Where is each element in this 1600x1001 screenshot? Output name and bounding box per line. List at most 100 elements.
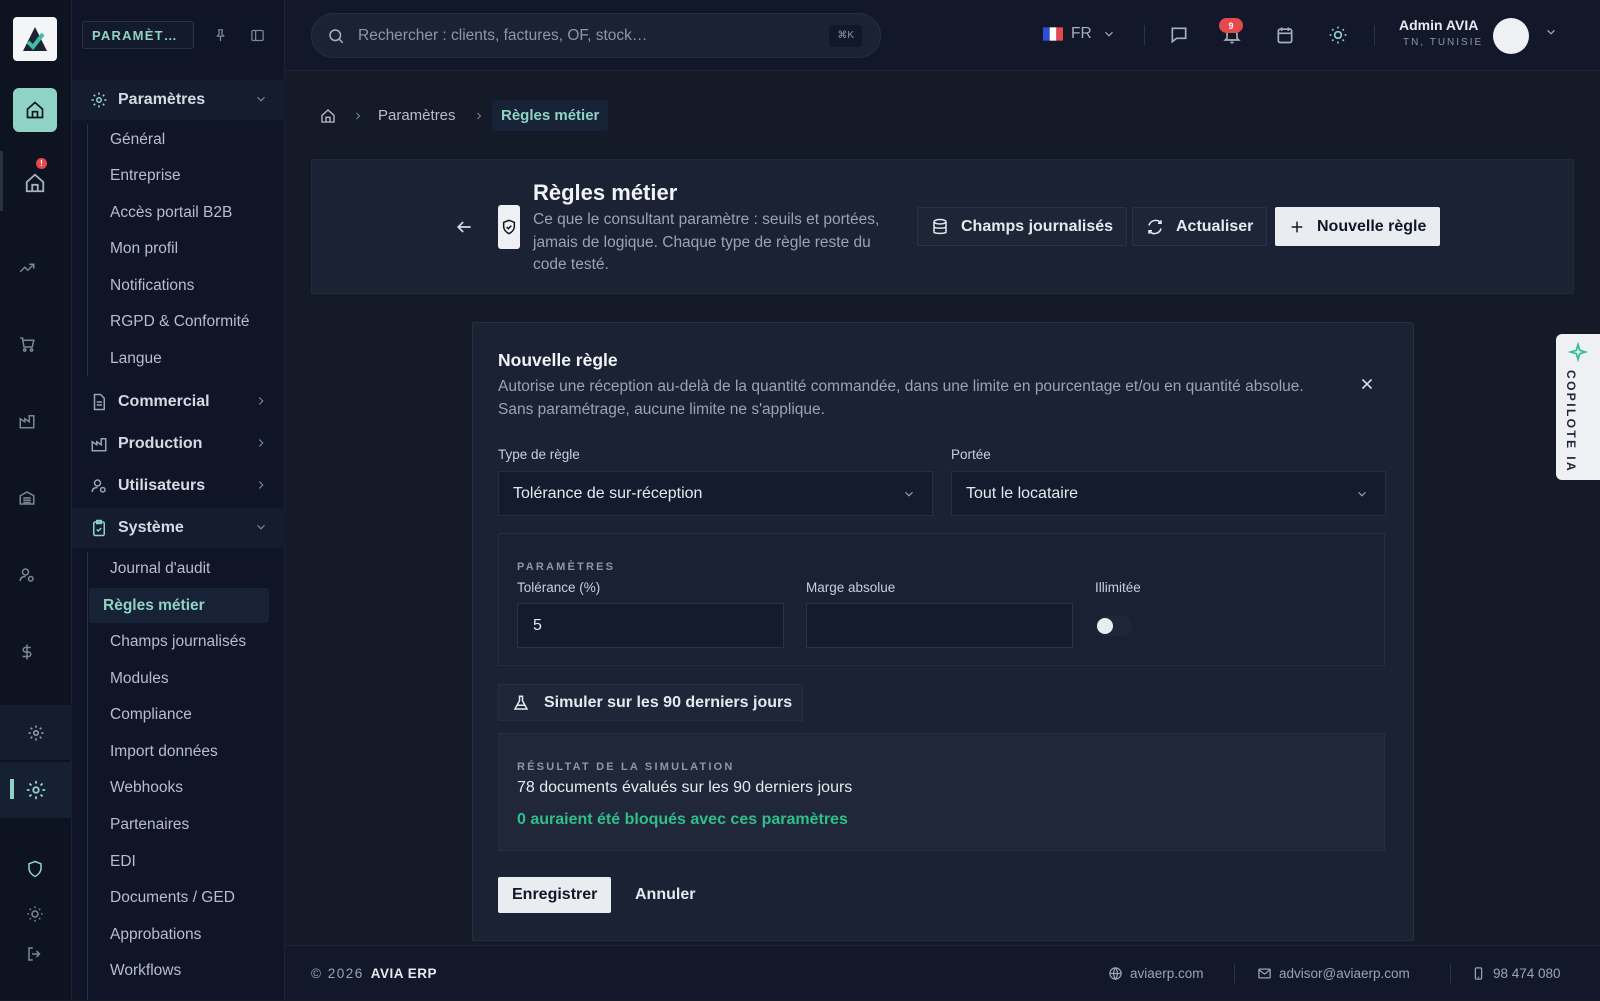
tolerance-input[interactable]: 5 — [517, 603, 784, 648]
sidebar-section-parametres[interactable]: Paramètres — [72, 80, 285, 120]
cart-icon — [20, 337, 35, 352]
chevron-right-icon — [254, 436, 268, 450]
sidebar-item-langue[interactable]: Langue — [110, 347, 162, 371]
notifications-badge: 9 — [1219, 18, 1243, 33]
cart-rail-button[interactable] — [5, 322, 49, 366]
section-label: Commercial — [118, 393, 210, 410]
messages-button[interactable] — [1169, 25, 1189, 45]
finance-rail-button[interactable] — [5, 630, 49, 674]
sidebar-item-workflows[interactable]: Workflows — [110, 959, 181, 983]
document-icon — [89, 392, 109, 412]
unlimited-toggle[interactable] — [1095, 616, 1132, 636]
user-name[interactable]: Admin AVIA — [1399, 17, 1478, 33]
divider — [1144, 25, 1145, 45]
warehouse-icon — [19, 491, 35, 505]
settings-rail-button[interactable] — [0, 705, 72, 760]
top-bar: Rechercher : clients, factures, OF, stoc… — [285, 0, 1600, 71]
home-rail-button[interactable] — [13, 88, 57, 132]
search-input[interactable]: Rechercher : clients, factures, OF, stoc… — [311, 13, 881, 58]
rail-active-indicator — [10, 779, 14, 799]
button-label: Actualiser — [1176, 217, 1254, 235]
close-icon[interactable] — [1358, 375, 1376, 393]
sidebar-item-b2b[interactable]: Accès portail B2B — [110, 201, 232, 225]
refresh-button[interactable]: Actualiser — [1132, 207, 1268, 246]
footer-phone[interactable]: 98 474 080 — [1471, 946, 1561, 1001]
dollar-icon — [22, 644, 32, 660]
collapse-sidebar-icon[interactable] — [247, 25, 267, 45]
user-cog-icon — [89, 476, 109, 496]
trending-rail-button[interactable] — [5, 246, 49, 290]
sun-icon — [27, 906, 43, 922]
icon-rail: ! — [0, 0, 72, 1000]
sidebar-item-edi[interactable]: EDI — [110, 850, 136, 874]
margin-input[interactable] — [806, 603, 1073, 648]
breadcrumb-separator-icon — [473, 100, 485, 131]
footer: © 2026 AVIA ERP aviaerp.com advisor@avia… — [285, 945, 1600, 1000]
home-icon — [321, 108, 335, 123]
app-logo[interactable] — [13, 17, 57, 61]
sidebar-item-approbations[interactable]: Approbations — [110, 923, 201, 947]
flask-icon — [512, 694, 530, 712]
back-arrow-icon[interactable] — [454, 217, 474, 237]
parameters-caption: PARAMÈTRES — [517, 561, 616, 573]
sidebar-item-compliance[interactable]: Compliance — [110, 703, 192, 727]
user-menu-chevron-icon[interactable] — [1544, 25, 1558, 39]
calendar-icon — [1277, 27, 1293, 44]
copilot-label: COPILOTE IA — [1564, 370, 1578, 474]
home-alert-rail-button[interactable]: ! — [13, 158, 57, 205]
tolerance-label: Tolérance (%) — [517, 580, 601, 595]
new-rule-button[interactable]: Nouvelle règle — [1275, 207, 1441, 246]
sidebar-section-systeme[interactable]: Système — [72, 508, 285, 548]
chevron-down-icon — [902, 487, 916, 501]
shield-rail-button[interactable] — [13, 847, 57, 891]
pin-icon[interactable] — [210, 25, 230, 45]
save-button[interactable]: Enregistrer — [498, 877, 612, 913]
theme-toggle-button[interactable] — [1328, 25, 1348, 45]
rule-type-select[interactable]: Tolérance de sur-réception — [498, 471, 933, 516]
copilot-tab[interactable]: COPILOTE IA — [1556, 334, 1600, 480]
breadcrumb-home[interactable] — [320, 100, 336, 131]
breadcrumb-separator-icon — [352, 100, 364, 131]
factory-rail-button[interactable] — [5, 399, 49, 443]
divider — [1374, 25, 1375, 45]
theme-rail-button[interactable] — [13, 892, 57, 936]
divider — [1234, 964, 1235, 983]
simulate-button[interactable]: Simuler sur les 90 derniers jours — [498, 684, 803, 721]
warehouse-rail-button[interactable] — [5, 476, 49, 520]
sidebar-item-ged[interactable]: Documents / GED — [110, 886, 235, 910]
footer-email[interactable]: advisor@aviaerp.com — [1257, 946, 1410, 1001]
button-label: Champs journalisés — [961, 217, 1114, 235]
database-icon — [931, 218, 949, 236]
context-chip[interactable]: PARAMÈT… — [82, 21, 194, 49]
language-selector[interactable]: FR — [1043, 25, 1116, 43]
calendar-button[interactable] — [1275, 25, 1295, 45]
sidebar-section-utilisateurs[interactable]: Utilisateurs — [72, 466, 285, 506]
users-rail-button[interactable] — [5, 553, 49, 597]
sidebar-item-notifications[interactable]: Notifications — [110, 274, 194, 298]
scope-select[interactable]: Tout le locataire — [951, 471, 1386, 516]
sidebar-item-modules[interactable]: Modules — [110, 667, 169, 691]
result-summary: 78 documents évalués sur les 90 derniers… — [517, 779, 853, 796]
sidebar-item-import[interactable]: Import données — [110, 740, 218, 764]
cancel-button[interactable]: Annuler — [635, 877, 695, 913]
sidebar-item-champs[interactable]: Champs journalisés — [110, 630, 246, 654]
sidebar-section-production[interactable]: Production — [72, 424, 285, 464]
sidebar-item-regles-metier[interactable]: Règles métier — [89, 588, 269, 623]
sidebar-item-partenaires[interactable]: Partenaires — [110, 813, 189, 837]
sidebar-section-commercial[interactable]: Commercial — [72, 382, 285, 422]
home-icon — [25, 173, 45, 193]
sidebar-item-audit[interactable]: Journal d'audit — [110, 557, 210, 581]
footer-website[interactable]: aviaerp.com — [1108, 946, 1204, 1001]
sidebar-item-webhooks[interactable]: Webhooks — [110, 776, 183, 800]
sidebar-item-general[interactable]: Général — [110, 128, 165, 152]
sidebar-item-rgpd[interactable]: RGPD & Conformité — [110, 310, 250, 334]
logout-rail-button[interactable] — [13, 932, 57, 976]
rule-type-value: Tolérance de sur-réception — [513, 484, 703, 502]
sidebar-item-entreprise[interactable]: Entreprise — [110, 164, 181, 188]
chevron-down-icon — [254, 520, 268, 534]
avatar[interactable] — [1493, 18, 1529, 54]
sidebar-item-profil[interactable]: Mon profil — [110, 237, 178, 261]
page-title: Règles métier — [533, 180, 678, 205]
breadcrumb-parent[interactable]: Paramètres — [378, 100, 456, 131]
logged-fields-button[interactable]: Champs journalisés — [917, 207, 1128, 246]
